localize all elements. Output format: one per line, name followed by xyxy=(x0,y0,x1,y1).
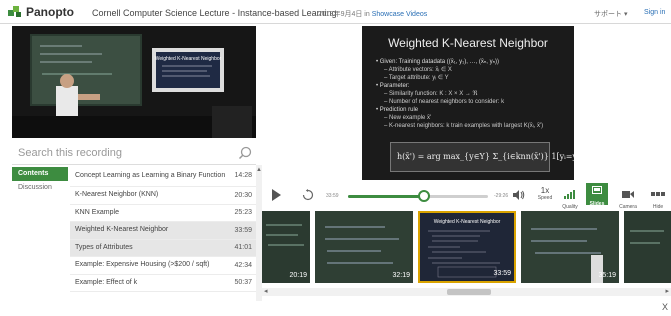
list-item-time: 25:23 xyxy=(234,209,252,217)
player-controls: 33:59 -29:26 1x Speed Quality Slides Came… xyxy=(262,183,671,210)
close-icon[interactable]: X xyxy=(662,302,668,312)
thumbnail[interactable]: 35:19 xyxy=(521,211,619,283)
slide-bullet: – Target attribute: yᵢ ∈ Y xyxy=(384,75,449,81)
list-item-title: K-Nearest Neighbor (KNN) xyxy=(75,191,159,199)
slide-bullet: • Parameter: xyxy=(376,83,410,89)
hide-label: Hide xyxy=(652,204,664,210)
panopto-logo-icon xyxy=(8,6,21,17)
thumbnail-time: 32:19 xyxy=(392,272,410,279)
list-item-time: 50:37 xyxy=(234,279,252,287)
search-input[interactable] xyxy=(18,147,218,159)
folder-link[interactable]: Showcase Videos xyxy=(372,11,428,18)
slides-icon xyxy=(592,186,602,194)
list-item[interactable]: K-Nearest Neighbor (KNN) 20:30 xyxy=(70,187,256,205)
top-header: Panopto Cornell Computer Science Lecture… xyxy=(0,0,671,24)
thumbnail[interactable]: 20:19 xyxy=(262,211,310,283)
list-item[interactable]: Example: Expensive Housing (>$200 / sqft… xyxy=(70,257,256,275)
slide-bullet: – Similarity function: K : X × X → ℜ xyxy=(384,91,478,97)
camera-icon xyxy=(622,191,634,198)
remaining-time: -29:26 xyxy=(494,193,509,199)
slide-bullet: • Prediction rule xyxy=(376,107,419,113)
camera-video[interactable]: Weighted K-Nearest Neighbor xyxy=(12,26,256,138)
lecture-video-frame: Weighted K-Nearest Neighbor xyxy=(12,26,256,138)
thumbnail-time: 33:59 xyxy=(493,270,511,277)
support-menu[interactable]: サポート ▾ xyxy=(594,9,627,19)
svg-text:Weighted K-Nearest Neighbor: Weighted K-Nearest Neighbor xyxy=(434,219,501,225)
date-text: 2013年9月4日 in xyxy=(318,11,370,18)
contents-list: Concept Learning as Learning a Binary Fu… xyxy=(70,165,256,301)
search-icon[interactable] xyxy=(238,146,252,160)
thumbnail-time: 20:19 xyxy=(289,272,307,279)
scroll-left-arrow-icon[interactable]: ◂ xyxy=(264,287,268,295)
speed-value: 1x xyxy=(540,186,550,195)
svg-text:Weighted K-Nearest Neighbor: Weighted K-Nearest Neighbor xyxy=(155,56,222,62)
quality-label: Quality xyxy=(562,204,578,210)
play-button[interactable] xyxy=(272,189,281,201)
slide-bullet: – New example x̄' xyxy=(384,115,432,121)
list-item-time: 33:59 xyxy=(234,226,252,234)
search-bar xyxy=(12,143,256,165)
list-item-time: 42:34 xyxy=(234,261,252,269)
list-item[interactable]: Types of Attributes 41:01 xyxy=(70,239,256,257)
slide-view: Weighted K-Nearest Neighbor • Given: Tra… xyxy=(362,26,574,180)
speed-label: Speed xyxy=(537,195,553,201)
brand-name[interactable]: Panopto xyxy=(26,5,74,19)
slide-bullet: – Attribute vectors: x̄ᵢ ∈ X xyxy=(384,67,452,73)
thumbnail-scrollbar[interactable]: ◂ ▸ xyxy=(262,288,671,296)
tab-contents[interactable]: Contents xyxy=(12,167,68,181)
sidebar-tabs: Contents Discussion xyxy=(12,167,68,195)
list-item-title: Example: Effect of k xyxy=(75,278,138,286)
list-item-title: Types of Attributes xyxy=(75,243,133,251)
list-item-title: Concept Learning as Learning a Binary Fu… xyxy=(75,171,226,179)
slide-bullet: – K-nearest neighbors: k train examples … xyxy=(384,123,544,129)
hide-icon xyxy=(651,192,665,196)
list-item-time: 14:28 xyxy=(234,172,252,179)
thumbnail[interactable]: 32:19 xyxy=(315,211,413,283)
thumbnail-strip: 20:19 32:19 Weighted K-Nearest Neighbor … xyxy=(262,211,671,283)
camera-label: Camera xyxy=(619,204,637,210)
recording-date: 2013年9月4日 in Showcase Videos xyxy=(318,9,427,19)
slide-bullet: – Number of nearest neighbors to conside… xyxy=(384,99,505,105)
list-item-title: KNN Example xyxy=(75,208,119,216)
recording-title: Cornell Computer Science Lecture - Insta… xyxy=(92,8,337,18)
sign-in-link[interactable]: Sign in xyxy=(644,9,665,16)
list-item[interactable]: Example: Effect of k 50:37 xyxy=(70,275,256,292)
slides-button[interactable]: Slides xyxy=(586,183,608,207)
list-item-time: 20:30 xyxy=(234,191,252,199)
slide-formula: h(x̄') = arg max_{y∈Y} Σ_{i∈knn(x̄')} 1[… xyxy=(390,142,574,172)
list-item-title: Weighted K-Nearest Neighbor xyxy=(75,226,169,234)
list-item-title: Example: Expensive Housing (>$200 / sqft… xyxy=(75,261,210,269)
camera-button[interactable]: Camera xyxy=(618,186,638,210)
slide-bullets: • Given: Training datadata ((x̄₁, y₁), …… xyxy=(376,58,543,130)
hide-button[interactable]: Hide xyxy=(648,186,668,210)
volume-icon[interactable] xyxy=(513,190,525,200)
elapsed-time: 33:59 xyxy=(326,193,339,199)
list-item-selected[interactable]: Weighted K-Nearest Neighbor 33:59 xyxy=(70,222,256,240)
scroll-up-arrow-icon[interactable]: ▲ xyxy=(256,167,262,173)
progress-fill xyxy=(348,195,424,198)
slides-label: Slides xyxy=(589,201,605,207)
quality-button[interactable]: Quality xyxy=(560,186,580,210)
scroll-right-arrow-icon[interactable]: ▸ xyxy=(665,287,669,295)
tab-discussion[interactable]: Discussion xyxy=(12,181,68,195)
thumbnail-image xyxy=(624,211,671,283)
progress-handle[interactable] xyxy=(417,190,430,202)
signal-bars-icon xyxy=(564,190,575,199)
slide-title: Weighted K-Nearest Neighbor xyxy=(388,36,548,50)
speed-button[interactable]: 1x Speed xyxy=(536,186,554,201)
thumbnail-time: 35:19 xyxy=(598,272,616,279)
list-item-time: 41:01 xyxy=(234,244,252,252)
list-item[interactable]: Concept Learning as Learning a Binary Fu… xyxy=(70,165,256,187)
thumbnail[interactable] xyxy=(624,211,671,283)
rewind-icon[interactable] xyxy=(302,189,314,201)
scrollbar-thumb[interactable] xyxy=(447,289,491,295)
list-item[interactable]: KNN Example 25:23 xyxy=(70,205,256,222)
thumbnail-active[interactable]: Weighted K-Nearest Neighbor 33:59 xyxy=(418,211,516,283)
slide-bullet: • Given: Training datadata ((x̄₁, y₁), …… xyxy=(376,59,499,65)
